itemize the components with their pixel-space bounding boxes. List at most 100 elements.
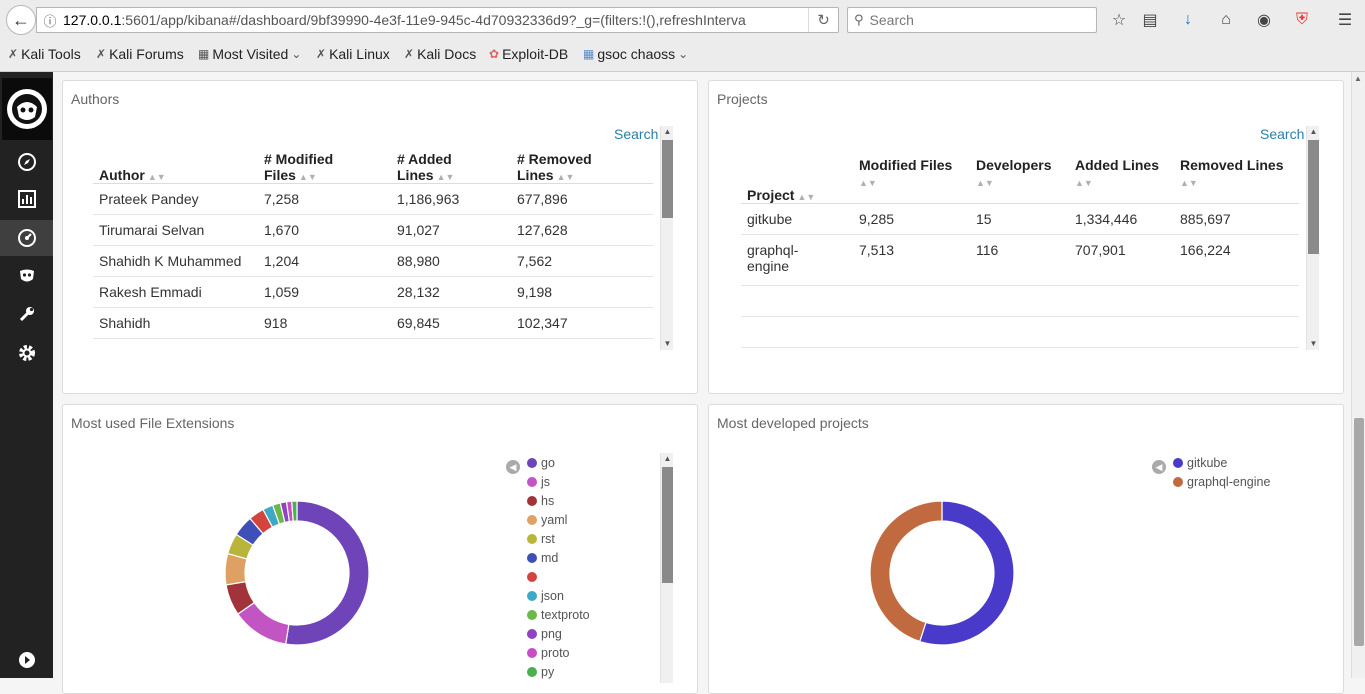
legend-item[interactable]: png — [527, 624, 590, 643]
scroll-thumb[interactable] — [1308, 140, 1319, 254]
col-removed-lines[interactable]: # Removed Lines ▲▼ — [511, 151, 653, 184]
col-modified-files[interactable]: # Modified Files ▲▼ — [258, 151, 391, 184]
legend-item[interactable]: md — [527, 548, 590, 567]
donut-slice-graphql-engine[interactable] — [869, 500, 943, 643]
legend-color-swatch — [1173, 476, 1183, 487]
scroll-up-icon[interactable]: ▲ — [661, 126, 674, 138]
folder-icon: ▦ — [198, 47, 210, 61]
scroll-thumb[interactable] — [662, 140, 673, 218]
cell-author: Prateek Pandey — [93, 183, 258, 215]
legend-color-swatch — [527, 552, 537, 563]
collapse-play-icon[interactable] — [14, 647, 40, 673]
window-scroll-thumb[interactable] — [1354, 418, 1364, 646]
legend-scrollbar[interactable]: ▲ — [660, 453, 673, 683]
legend-item[interactable]: yaml — [527, 510, 590, 529]
cell-added: 69,845 — [391, 307, 511, 339]
browser-search-input[interactable]: ⚲ Search — [847, 7, 1097, 33]
legend-item[interactable]: proto — [527, 643, 590, 662]
bookmark-label: gsoc chaoss — [597, 46, 676, 62]
bookmark-kali-docs[interactable]: ✗ Kali Docs — [404, 46, 476, 62]
cell-removed: 9,198 — [511, 276, 653, 308]
legend-label: md — [541, 550, 559, 565]
discover-icon[interactable] — [14, 149, 40, 175]
donut-slice-gitkube[interactable] — [918, 500, 1015, 646]
dashboard-icon[interactable] — [14, 225, 40, 251]
legend-item[interactable]: json — [527, 586, 590, 605]
col-added-lines[interactable]: # Added Lines ▲▼ — [391, 151, 511, 184]
cell-modified: 7,258 — [258, 183, 391, 215]
window-scrollbar[interactable]: ▲ — [1351, 72, 1365, 678]
projects-search-link[interactable]: Search — [1260, 126, 1304, 142]
pocket-icon[interactable]: ◉ — [1253, 9, 1275, 31]
legend-color-swatch — [527, 571, 537, 582]
authors-scrollbar[interactable]: ▲ ▼ — [660, 126, 673, 350]
scroll-down-icon[interactable]: ▼ — [661, 338, 674, 350]
legend-item[interactable]: py — [527, 662, 590, 681]
bookmark-kali-tools[interactable]: ✗ Kali Tools — [8, 46, 81, 62]
bookmark-most-visited[interactable]: ▦ Most Visited ⌄ — [198, 46, 304, 62]
projects-donut-chart[interactable] — [860, 491, 1024, 655]
legend-color-swatch — [527, 628, 537, 639]
mask-icon[interactable] — [14, 263, 40, 289]
col-author[interactable]: Author ▲▼ — [93, 151, 258, 184]
col-added-lines[interactable]: Added Lines ▲▼ — [1069, 157, 1174, 204]
bookmark-gsoc-chaoss[interactable]: ▦ gsoc chaoss ⌄ — [583, 46, 691, 62]
projects-legend: gitkube graphql-engine — [1173, 453, 1270, 491]
bookmark-kali-linux[interactable]: ✗ Kali Linux — [316, 46, 390, 62]
scroll-thumb[interactable] — [662, 467, 673, 583]
legend-item[interactable]: textproto — [527, 605, 590, 624]
extensions-donut-chart[interactable] — [215, 491, 379, 655]
legend-color-swatch — [527, 609, 537, 620]
projects-scrollbar[interactable]: ▲ ▼ — [1306, 126, 1319, 350]
legend-item[interactable] — [527, 567, 590, 586]
bookmark-kali-forums[interactable]: ✗ Kali Forums — [96, 46, 184, 62]
legend-label: graphql-engine — [1187, 474, 1271, 489]
legend-item[interactable]: graphql-engine — [1173, 472, 1270, 491]
cell-modified: 1,670 — [258, 214, 391, 246]
menu-icon[interactable]: ☰ — [1334, 9, 1356, 31]
legend-toggle-icon[interactable]: ◀ — [1152, 460, 1166, 474]
legend-item[interactable]: js — [527, 472, 590, 491]
col-modified-files[interactable]: Modified Files ▲▼ — [853, 157, 970, 204]
home-icon[interactable]: ⌂ — [1215, 9, 1237, 31]
scroll-up-icon[interactable]: ▲ — [661, 453, 674, 465]
projects-panel: Projects Search Project ▲▼ Modified Files… — [708, 80, 1344, 394]
scroll-down-icon[interactable]: ▼ — [1307, 338, 1320, 350]
legend-label: py — [541, 664, 555, 679]
col-label: Project — [747, 186, 795, 203]
wrench-icon[interactable] — [14, 301, 40, 327]
visualize-icon[interactable] — [14, 186, 40, 212]
gear-icon[interactable] — [14, 340, 40, 366]
cell-added: 1,186,963 — [391, 183, 511, 215]
url-path: :5601/app/kibana#/dashboard/9bf39990-4e3… — [121, 12, 746, 28]
col-removed-lines[interactable]: Removed Lines ▲▼ — [1174, 157, 1299, 204]
bookmark-star-icon[interactable]: ☆ — [1108, 9, 1130, 31]
col-developers[interactable]: Developers ▲▼ — [970, 157, 1069, 204]
legend-item[interactable]: gitkube — [1173, 453, 1270, 472]
download-icon[interactable]: ↓ — [1177, 9, 1199, 31]
info-icon[interactable]: ⓘ — [37, 11, 63, 30]
legend-item[interactable]: go — [527, 453, 590, 472]
exploit-db-icon: ✿ — [489, 47, 500, 61]
url-bar[interactable]: ⓘ 127.0.0.1:5601/app/kibana#/dashboard/9… — [36, 7, 839, 33]
reader-list-icon[interactable]: ▤ — [1139, 9, 1161, 31]
back-button[interactable]: ← — [6, 5, 36, 35]
donut-slice-py[interactable] — [291, 500, 298, 522]
shield-icon[interactable]: ⛨ — [1291, 9, 1313, 31]
authors-search-link[interactable]: Search — [614, 126, 658, 142]
legend-toggle-icon[interactable]: ◀ — [506, 460, 520, 474]
panel-title: Most used File Extensions — [71, 415, 235, 431]
scroll-up-icon[interactable]: ▲ — [1307, 126, 1320, 138]
legend-item[interactable]: hs — [527, 491, 590, 510]
donut-slice-go[interactable] — [285, 500, 370, 646]
legend-label: gitkube — [1187, 455, 1228, 470]
logo-icon — [7, 89, 47, 129]
legend-item[interactable]: rst — [527, 529, 590, 548]
chevron-down-icon: ⌄ — [678, 47, 689, 61]
reload-icon[interactable]: ↻ — [808, 8, 838, 32]
kibana-logo[interactable] — [2, 78, 52, 140]
bookmark-exploit-db[interactable]: ✿ Exploit-DB — [489, 46, 568, 62]
browser-toolbar: ← ⓘ 127.0.0.1:5601/app/kibana#/dashboard… — [0, 0, 1365, 40]
scroll-up-icon[interactable]: ▲ — [1354, 74, 1362, 83]
col-project[interactable]: Project ▲▼ — [741, 157, 853, 204]
